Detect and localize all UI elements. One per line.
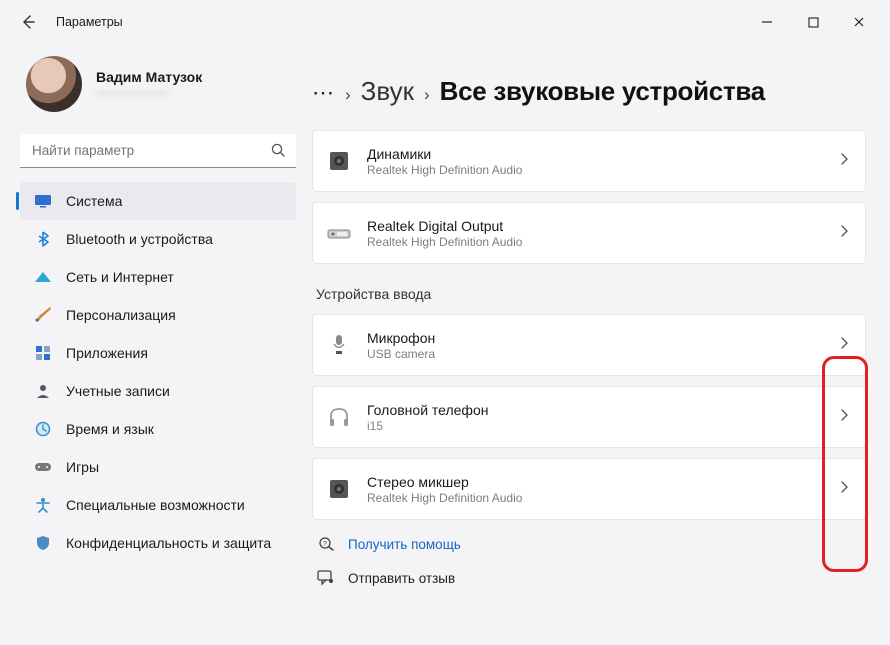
chevron-right-icon — [839, 408, 849, 427]
wifi-icon — [34, 268, 52, 286]
device-title: Головной телефон — [367, 402, 839, 418]
search-icon — [270, 142, 286, 163]
device-card-stereo-mix[interactable]: Стерео микшер Realtek High Definition Au… — [312, 458, 866, 520]
feedback-icon — [316, 568, 336, 588]
sidebar-item-bluetooth[interactable]: Bluetooth и устройства — [20, 220, 296, 258]
breadcrumb-parent[interactable]: Звук — [361, 76, 414, 107]
device-sub: Realtek High Definition Audio — [367, 491, 839, 505]
sidebar-item-label: Специальные возможности — [66, 497, 245, 513]
device-card-headset[interactable]: Головной телефон i15 — [312, 386, 866, 448]
svg-text:?: ? — [323, 541, 327, 548]
help-icon: ? — [316, 534, 336, 554]
breadcrumb-overflow[interactable]: ⋯ — [312, 80, 335, 110]
sidebar-item-label: Приложения — [66, 345, 148, 361]
sidebar-item-label: Сеть и Интернет — [66, 269, 174, 285]
monitor-icon — [34, 192, 52, 210]
profile-block[interactable]: Вадим Матузок —————— — [16, 56, 310, 112]
sidebar-item-time[interactable]: Время и язык — [20, 410, 296, 448]
device-sub: Realtek High Definition Audio — [367, 235, 839, 249]
chevron-right-icon — [839, 480, 849, 499]
device-sub: Realtek High Definition Audio — [367, 163, 839, 177]
chevron-right-icon: › — [345, 85, 351, 105]
sidebar-item-label: Конфиденциальность и защита — [66, 535, 271, 551]
avatar — [26, 56, 82, 112]
device-title: Микрофон — [367, 330, 839, 346]
nav-list: Система Bluetooth и устройства Сеть и Ин… — [16, 182, 310, 645]
user-icon — [34, 382, 52, 400]
device-title: Динамики — [367, 146, 839, 162]
device-title: Стерео микшер — [367, 474, 839, 490]
sidebar-item-label: Персонализация — [66, 307, 176, 323]
back-arrow-icon — [20, 14, 36, 30]
apps-icon — [34, 344, 52, 362]
sidebar-item-personalization[interactable]: Персонализация — [20, 296, 296, 334]
sidebar-item-label: Время и язык — [66, 421, 154, 437]
sidebar-item-games[interactable]: Игры — [20, 448, 296, 486]
chevron-right-icon: › — [424, 85, 430, 105]
sidebar-item-accounts[interactable]: Учетные записи — [20, 372, 296, 410]
clock-icon — [34, 420, 52, 438]
gamepad-icon — [34, 458, 52, 476]
speaker-icon — [325, 147, 353, 175]
bluetooth-icon — [34, 230, 52, 248]
profile-email: —————— — [96, 85, 202, 99]
headphones-icon — [325, 403, 353, 431]
sidebar-item-label: Система — [66, 193, 122, 209]
sidebar: Вадим Матузок —————— Система Bluetooth и… — [0, 44, 310, 645]
chevron-right-icon — [839, 152, 849, 171]
search-input[interactable] — [20, 134, 296, 168]
sidebar-item-apps[interactable]: Приложения — [20, 334, 296, 372]
settings-window: Параметры Вадим Матузок —————— — [0, 0, 890, 645]
search-box[interactable] — [20, 134, 296, 168]
back-button[interactable] — [14, 8, 42, 36]
section-label-input: Устройства ввода — [316, 286, 866, 302]
mixer-icon — [325, 475, 353, 503]
sidebar-item-network[interactable]: Сеть и Интернет — [20, 258, 296, 296]
chevron-right-icon — [839, 224, 849, 243]
device-sub: USB camera — [367, 347, 839, 361]
brush-icon — [34, 306, 52, 324]
feedback-text: Отправить отзыв — [348, 571, 455, 586]
sidebar-item-label: Учетные записи — [66, 383, 170, 399]
titlebar: Параметры — [0, 0, 890, 44]
device-sub: i15 — [367, 419, 839, 433]
sidebar-item-label: Bluetooth и устройства — [66, 231, 213, 247]
sidebar-item-accessibility[interactable]: Специальные возможности — [20, 486, 296, 524]
feedback-link[interactable]: Отправить отзыв — [312, 568, 866, 588]
profile-name: Вадим Матузок — [96, 69, 202, 85]
close-button[interactable] — [836, 6, 882, 38]
accessibility-icon — [34, 496, 52, 514]
main-content: ⋯ › Звук › Все звуковые устройства Динам… — [310, 44, 890, 645]
sidebar-item-system[interactable]: Система — [20, 182, 296, 220]
maximize-button[interactable] — [790, 6, 836, 38]
shield-icon — [34, 534, 52, 552]
device-title: Realtek Digital Output — [367, 218, 839, 234]
sidebar-item-privacy[interactable]: Конфиденциальность и защита — [20, 524, 296, 562]
minimize-button[interactable] — [744, 6, 790, 38]
help-text: Получить помощь — [348, 537, 461, 552]
device-card-microphone[interactable]: Микрофон USB camera — [312, 314, 866, 376]
receiver-icon — [325, 219, 353, 247]
get-help-link[interactable]: ? Получить помощь — [312, 534, 866, 554]
microphone-icon — [325, 331, 353, 359]
window-title: Параметры — [56, 15, 123, 29]
device-card-digital-output[interactable]: Realtek Digital Output Realtek High Defi… — [312, 202, 866, 264]
sidebar-item-label: Игры — [66, 459, 99, 475]
page-title: Все звуковые устройства — [440, 76, 765, 107]
device-card-speakers[interactable]: Динамики Realtek High Definition Audio — [312, 130, 866, 192]
breadcrumb: ⋯ › Звук › Все звуковые устройства — [312, 76, 866, 110]
chevron-right-icon — [839, 336, 849, 355]
